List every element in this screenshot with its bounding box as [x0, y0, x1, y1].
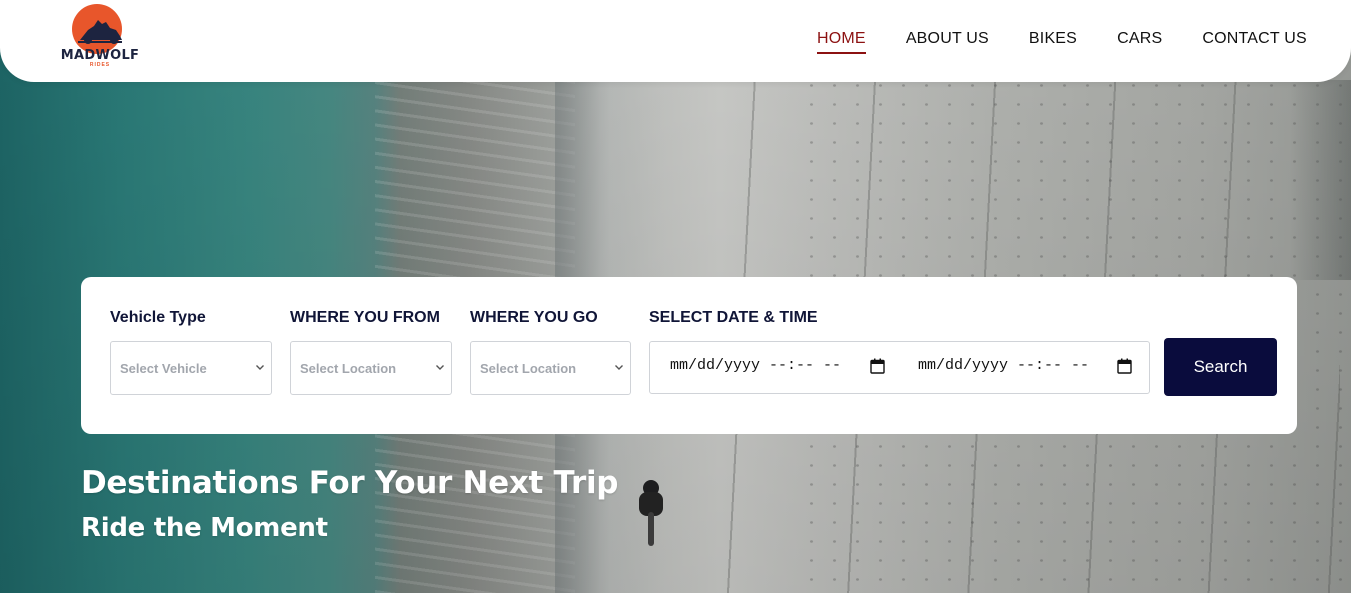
nav-bikes[interactable]: BIKES	[1029, 29, 1077, 54]
from-select-placeholder: Select Location	[300, 360, 397, 376]
chevron-down-icon	[615, 365, 623, 370]
from-location-label: WHERE YOU FROM	[290, 309, 440, 326]
to-location-label: WHERE YOU GO	[470, 309, 598, 326]
date-time-label: SELECT DATE & TIME	[649, 309, 818, 326]
start-datetime-input[interactable]: mm/dd/yyyy --:-- --	[670, 357, 841, 374]
chevron-down-icon	[436, 365, 444, 370]
to-location-select[interactable]: Select Location	[470, 341, 631, 395]
calendar-icon[interactable]	[1117, 358, 1132, 374]
bike-shape	[648, 512, 654, 546]
from-location-select[interactable]: Select Location	[290, 341, 452, 395]
to-select-placeholder: Select Location	[480, 360, 577, 376]
vehicle-type-select[interactable]: Select Vehicle	[110, 341, 272, 395]
vehicle-type-label: Vehicle Type	[110, 309, 206, 326]
chevron-down-icon	[256, 365, 264, 370]
vehicle-select-placeholder: Select Vehicle	[120, 360, 207, 376]
nav-cars[interactable]: CARS	[1117, 29, 1162, 54]
brand-tagline: RIDES	[89, 62, 111, 68]
calendar-icon[interactable]	[870, 358, 885, 374]
booking-search-card: Vehicle Type Select Vehicle WHERE YOU FR…	[81, 277, 1297, 434]
nav-contact-us[interactable]: CONTACT US	[1202, 29, 1307, 54]
main-nav: HOME ABOUT US BIKES CARS CONTACT US	[817, 29, 1307, 54]
hero-title: Destinations For Your Next Trip	[81, 465, 619, 501]
brand-name: MADWOLF	[60, 48, 140, 63]
search-button[interactable]: Search	[1164, 338, 1277, 396]
hero-subtitle: Ride the Moment	[81, 513, 328, 543]
site-header: MADWOLF RIDES HOME ABOUT US BIKES CARS C…	[0, 0, 1351, 82]
nav-home[interactable]: HOME	[817, 29, 866, 54]
date-time-field: mm/dd/yyyy --:-- -- mm/dd/yyyy --:-- --	[649, 341, 1150, 394]
nav-about-us[interactable]: ABOUT US	[906, 29, 989, 54]
bike-rider-image	[633, 478, 669, 548]
end-datetime-input[interactable]: mm/dd/yyyy --:-- --	[918, 357, 1089, 374]
wolf-rider-icon	[78, 20, 122, 44]
brand-logo[interactable]: MADWOLF RIDES	[58, 4, 142, 70]
